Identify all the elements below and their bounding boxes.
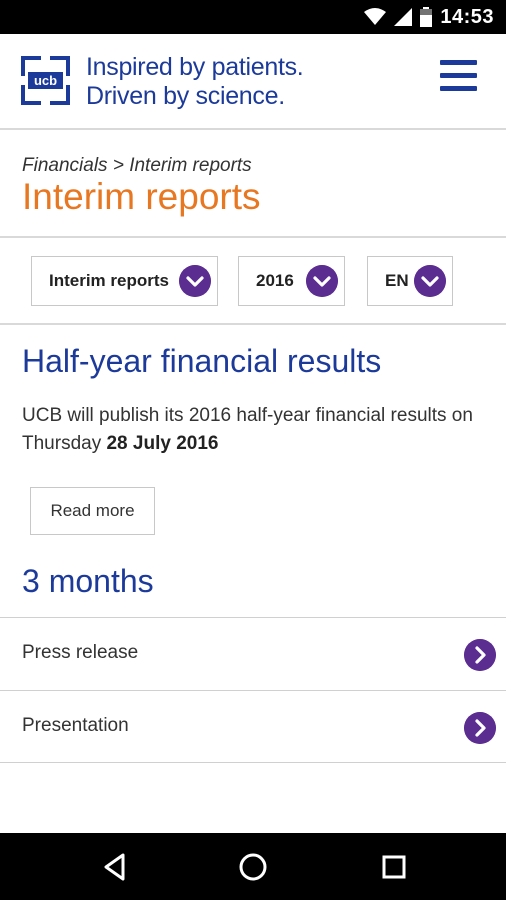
app-header: ucb Inspired by patients. Driven by scie…	[0, 34, 506, 130]
divider	[0, 762, 506, 763]
page-title: Interim reports	[22, 176, 261, 217]
list-item-label: Presentation	[22, 715, 129, 736]
system-navigation-bar	[0, 833, 506, 900]
chevron-down-icon	[414, 265, 446, 297]
year-value: 2016	[256, 271, 294, 290]
list-item-label: Press release	[22, 642, 139, 663]
breadcrumb: Financials > Interim reports	[22, 155, 252, 177]
report-type-value: Interim reports	[49, 271, 169, 290]
chevron-down-icon	[306, 265, 338, 297]
recent-apps-icon[interactable]	[376, 849, 412, 885]
announcement-date: 28 July 2016	[106, 433, 219, 454]
year-dropdown[interactable]: 2016	[238, 256, 345, 306]
read-more-button[interactable]: Read more	[30, 487, 155, 535]
breadcrumb-item-current: Interim reports	[129, 155, 252, 176]
announcement-text: UCB will publish its 2016 half-year fina…	[22, 402, 492, 458]
announcement-heading: Half-year financial results	[22, 343, 382, 379]
chevron-right-icon	[464, 639, 496, 671]
back-icon[interactable]	[97, 849, 133, 885]
chevron-down-icon	[179, 265, 211, 297]
tagline-line1-light: Inspired by	[86, 53, 212, 81]
hamburger-menu-icon[interactable]	[440, 60, 478, 94]
announcement-text-prefix: UCB will publish its 2016 half-year fina…	[22, 405, 473, 454]
signal-icon	[394, 8, 413, 26]
list-item-press-release[interactable]: Press release	[0, 617, 506, 689]
status-icons: 14:53	[364, 4, 494, 30]
home-icon[interactable]	[235, 849, 271, 885]
logo-text: ucb	[34, 73, 57, 88]
language-value: EN	[385, 271, 409, 290]
divider	[0, 236, 506, 238]
tagline-line2-strong: science.	[195, 82, 286, 110]
divider	[0, 323, 506, 325]
list-item-presentation[interactable]: Presentation	[0, 690, 506, 762]
breadcrumb-item-financials[interactable]: Financials	[22, 155, 108, 176]
chevron-right-icon	[464, 712, 496, 744]
report-type-dropdown[interactable]: Interim reports	[31, 256, 218, 306]
breadcrumb-separator: >	[107, 155, 130, 176]
section-heading-3-months: 3 months	[22, 563, 154, 599]
status-bar: 14:53	[0, 0, 506, 34]
status-time: 14:53	[440, 5, 494, 28]
wifi-icon	[364, 8, 387, 25]
tagline-line1-strong: patients.	[211, 53, 304, 81]
tagline-line2-light: Driven by	[86, 82, 196, 110]
brand-tagline: Inspired by patients. Driven by science.	[86, 53, 304, 111]
ucb-logo-icon: ucb	[21, 56, 70, 105]
battery-icon	[420, 7, 433, 27]
language-dropdown[interactable]: EN	[367, 256, 453, 306]
ucb-logo[interactable]: ucb	[21, 56, 70, 105]
